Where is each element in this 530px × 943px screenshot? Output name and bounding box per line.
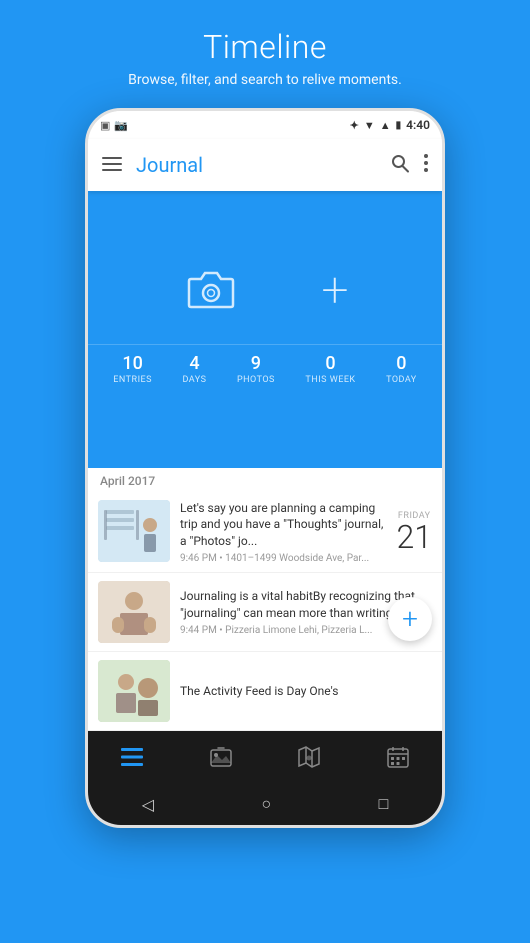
bottom-nav xyxy=(88,731,442,783)
page-header: Timeline Browse, filter, and search to r… xyxy=(128,0,402,98)
battery-icon: ▮ xyxy=(396,120,402,131)
table-row[interactable]: Let's say you are planning a camping tri… xyxy=(88,492,442,573)
entry-text-1: Let's say you are planning a camping tri… xyxy=(180,500,389,550)
fab-button[interactable]: + xyxy=(388,597,432,641)
recent-button[interactable]: □ xyxy=(379,794,389,814)
table-row[interactable]: Journaling is a vital habitBy recognizin… xyxy=(88,573,442,652)
system-nav: ◁ ○ □ xyxy=(88,783,442,825)
stat-photos: 9 PHOTOS xyxy=(237,353,275,385)
status-left: ▣ 📷 xyxy=(100,119,128,132)
table-row[interactable]: The Activity Feed is Day One's xyxy=(88,652,442,731)
back-button[interactable]: ◁ xyxy=(142,795,154,814)
status-bar: ▣ 📷 ✦ ▼ ▲ ▮ 4:40 xyxy=(88,111,442,139)
app-bar-actions xyxy=(390,153,428,178)
status-icon-1: ▣ xyxy=(100,119,110,132)
entry-day-num-1: 21 xyxy=(397,521,433,553)
stat-today-label: TODAY xyxy=(386,375,417,385)
phone-side-button xyxy=(443,311,445,361)
stat-this-week: 0 THIS WEEK xyxy=(305,353,355,385)
entry-thumbnail-2 xyxy=(98,581,170,643)
stat-today: 0 TODAY xyxy=(386,353,417,385)
stat-photos-value: 9 xyxy=(251,353,261,374)
blue-icons-row: + xyxy=(181,266,348,314)
stat-entries-label: ENTRIES xyxy=(113,375,152,385)
home-button[interactable]: ○ xyxy=(261,794,271,814)
blue-area: + 10 ENTRIES 4 DAYS 9 PHOTOS 0 THIS WEEK… xyxy=(88,191,442,468)
section-header: April 2017 xyxy=(88,468,442,492)
entry-thumbnail-1 xyxy=(98,500,170,562)
stat-days-label: DAYS xyxy=(182,375,206,385)
app-bar-title: Journal xyxy=(136,153,390,177)
stat-week-value: 0 xyxy=(325,353,335,374)
stat-week-label: THIS WEEK xyxy=(305,375,355,385)
signal-icon: ▲ xyxy=(380,119,391,132)
search-icon[interactable] xyxy=(390,153,410,178)
entry-date-1: FRIDAY 21 xyxy=(397,500,433,564)
app-bar: Journal xyxy=(88,139,442,191)
status-icon-2: 📷 xyxy=(114,119,128,132)
stats-bar: 10 ENTRIES 4 DAYS 9 PHOTOS 0 THIS WEEK 0… xyxy=(88,344,442,393)
page-title: Timeline xyxy=(128,28,402,66)
menu-icon[interactable] xyxy=(102,155,122,176)
entry-content-1: Let's say you are planning a camping tri… xyxy=(180,500,389,564)
entry-text-3: The Activity Feed is Day One's xyxy=(180,683,432,700)
calendar-nav[interactable] xyxy=(354,731,443,783)
stat-days-value: 4 xyxy=(189,353,199,374)
entry-meta-1: 9:46 PM • 1401–1499 Woodside Ave, Par... xyxy=(180,553,389,564)
add-icon[interactable]: + xyxy=(321,266,348,314)
journal-list: April 2017 Let's say you are planning a … xyxy=(88,468,442,731)
stat-today-value: 0 xyxy=(396,353,406,374)
entry-thumbnail-3 xyxy=(98,660,170,722)
stat-days: 4 DAYS xyxy=(182,353,206,385)
map-nav[interactable] xyxy=(265,731,354,783)
stat-photos-label: PHOTOS xyxy=(237,375,275,385)
fab-icon: + xyxy=(402,605,418,633)
bluetooth-icon: ✦ xyxy=(350,119,359,132)
stat-entries: 10 ENTRIES xyxy=(113,353,152,385)
entry-content-3: The Activity Feed is Day One's xyxy=(180,660,432,722)
stat-entries-value: 10 xyxy=(122,353,142,374)
status-right: ✦ ▼ ▲ ▮ 4:40 xyxy=(350,118,430,132)
status-time: 4:40 xyxy=(406,118,430,132)
page-subtitle: Browse, filter, and search to relive mom… xyxy=(128,72,402,88)
wifi-icon: ▼ xyxy=(364,119,375,132)
phone-frame: ▣ 📷 ✦ ▼ ▲ ▮ 4:40 Journal xyxy=(85,108,445,828)
photos-nav[interactable] xyxy=(177,731,266,783)
timeline-nav[interactable] xyxy=(88,731,177,783)
more-icon[interactable] xyxy=(424,154,428,177)
camera-icon xyxy=(181,267,241,313)
